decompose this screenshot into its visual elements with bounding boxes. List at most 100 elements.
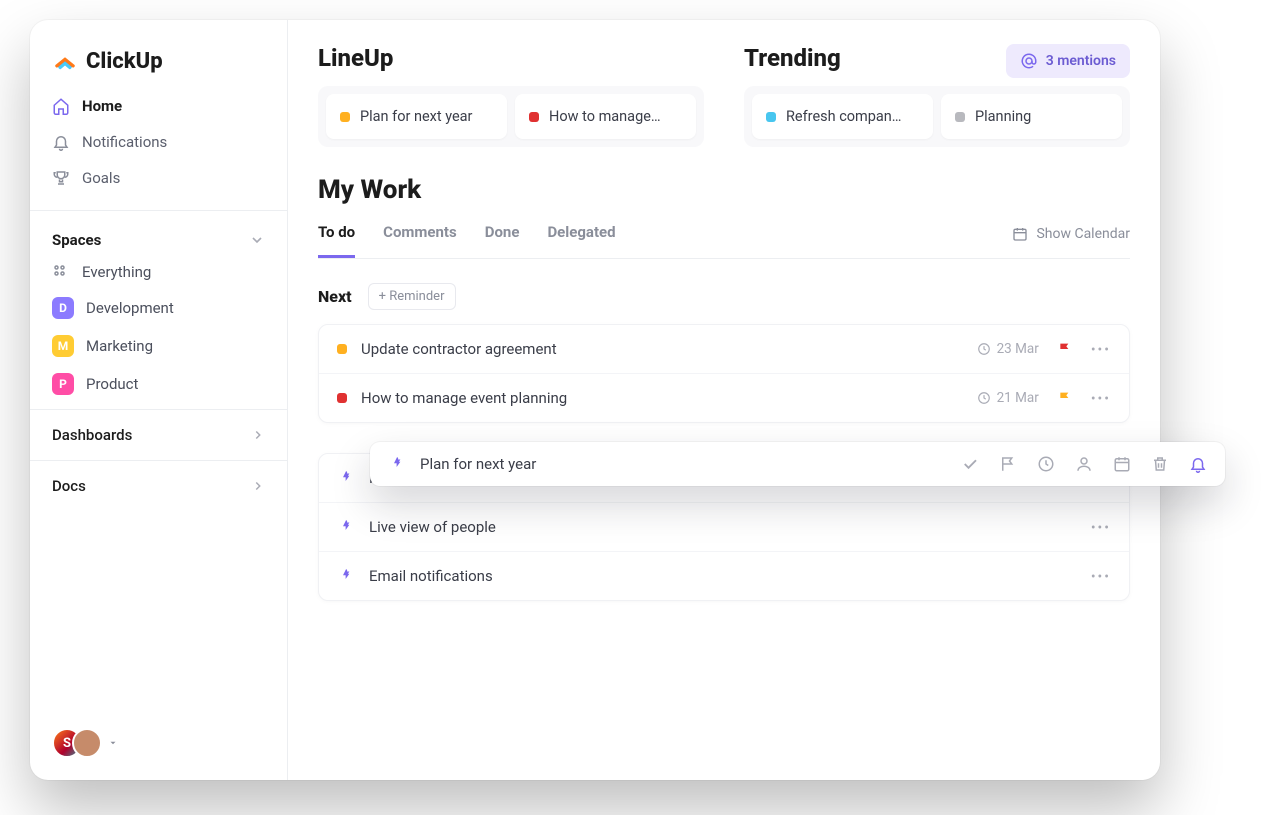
space-label: Marketing — [86, 337, 153, 355]
chevron-right-icon — [251, 479, 265, 493]
caret-down-icon[interactable] — [108, 738, 118, 748]
clock-icon — [977, 342, 991, 356]
flag-icon[interactable] — [999, 455, 1017, 473]
next-label: Next — [318, 287, 352, 306]
task-row[interactable]: Email notifications — [319, 551, 1129, 600]
show-calendar-label: Show Calendar — [1036, 226, 1130, 242]
task-popover[interactable]: Plan for next year — [370, 442, 1225, 486]
mentions-text: 3 mentions — [1046, 53, 1116, 69]
assignee-icon[interactable] — [1075, 455, 1093, 473]
task-date[interactable]: 21 Mar — [977, 390, 1039, 406]
tab-delegated[interactable]: Delegated — [547, 223, 615, 258]
space-product[interactable]: P Product — [38, 365, 279, 403]
card-label: Planning — [975, 108, 1031, 125]
status-dot — [337, 393, 347, 403]
reminder-icon — [337, 469, 355, 487]
spaces-section: Spaces Everything D Development M Market… — [30, 210, 287, 409]
space-badge: D — [52, 297, 74, 319]
status-dot — [529, 112, 539, 122]
at-icon — [1020, 52, 1038, 70]
nav-dashboards[interactable]: Dashboards — [30, 409, 287, 460]
task-group: Update contractor agreement 23 Mar How t… — [318, 324, 1130, 423]
task-more-button[interactable] — [1091, 575, 1111, 577]
show-calendar-button[interactable]: Show Calendar — [1012, 226, 1130, 256]
clickup-logo-icon — [52, 48, 78, 74]
add-reminder-button[interactable]: + Reminder — [368, 283, 456, 310]
mywork-heading: My Work — [318, 175, 1130, 205]
mentions-badge[interactable]: 3 mentions — [1006, 44, 1130, 78]
task-more-button[interactable] — [1091, 526, 1111, 528]
home-icon — [52, 97, 70, 115]
reminder-icon — [337, 567, 355, 585]
task-row[interactable]: Update contractor agreement 23 Mar — [319, 325, 1129, 373]
task-more-button[interactable] — [1091, 348, 1111, 350]
nav-goals[interactable]: Goals — [38, 160, 279, 196]
space-badge: P — [52, 373, 74, 395]
space-label: Product — [86, 375, 138, 393]
task-title: Email notifications — [369, 567, 493, 585]
lineup-heading: LineUp — [318, 44, 704, 72]
task-title: How to manage event planning — [361, 389, 567, 407]
tab-comments[interactable]: Comments — [383, 223, 457, 258]
grid-icon — [52, 263, 70, 281]
clock-icon — [977, 391, 991, 405]
lineup-card[interactable]: How to manage… — [515, 94, 696, 139]
status-dot — [955, 112, 965, 122]
lineup-col: LineUp Plan for next year How to manage… — [318, 44, 704, 147]
space-marketing[interactable]: M Marketing — [38, 327, 279, 365]
nav-home[interactable]: Home — [38, 88, 279, 124]
space-label: Everything — [82, 263, 151, 281]
space-development[interactable]: D Development — [38, 289, 279, 327]
user-avatars[interactable]: S — [52, 728, 118, 758]
calendar-icon — [1012, 226, 1028, 242]
trophy-icon — [52, 169, 70, 187]
tab-done[interactable]: Done — [485, 223, 520, 258]
mywork-tabs: To do Comments Done Delegated — [318, 223, 616, 258]
task-more-button[interactable] — [1091, 397, 1111, 399]
nav-docs[interactable]: Docs — [30, 460, 287, 511]
flag-icon[interactable] — [1057, 341, 1073, 357]
nav-label: Dashboards — [52, 426, 132, 444]
task-meta: 23 Mar — [977, 341, 1111, 357]
next-row: Next + Reminder — [318, 283, 1130, 310]
brand-logo[interactable]: ClickUp — [30, 20, 287, 88]
bell-icon — [52, 133, 70, 151]
nav-notifications[interactable]: Notifications — [38, 124, 279, 160]
main-content: 3 mentions LineUp Plan for next year How… — [288, 20, 1160, 780]
trending-cards: Refresh compan… Planning — [744, 86, 1130, 147]
space-label: Development — [86, 299, 174, 317]
app-window: ClickUp Home Notifications Goals Spaces — [30, 20, 1160, 780]
status-dot — [340, 112, 350, 122]
trash-icon[interactable] — [1151, 455, 1169, 473]
status-dot — [766, 112, 776, 122]
avatar[interactable] — [72, 728, 102, 758]
task-row[interactable]: Live view of people — [319, 502, 1129, 551]
calendar-icon[interactable] — [1113, 455, 1131, 473]
sidebar: ClickUp Home Notifications Goals Spaces — [30, 20, 288, 780]
primary-nav: Home Notifications Goals — [30, 88, 287, 196]
card-label: Plan for next year — [360, 108, 472, 125]
popover-actions — [961, 455, 1207, 473]
reminder-icon — [388, 455, 406, 473]
lineup-card[interactable]: Plan for next year — [326, 94, 507, 139]
chevron-right-icon — [251, 428, 265, 442]
trending-card[interactable]: Planning — [941, 94, 1122, 139]
task-title: Live view of people — [369, 518, 496, 536]
task-row[interactable]: How to manage event planning 21 Mar — [319, 373, 1129, 422]
bell-icon[interactable] — [1189, 455, 1207, 473]
space-everything[interactable]: Everything — [38, 255, 279, 289]
clock-icon[interactable] — [1037, 455, 1055, 473]
trending-card[interactable]: Refresh compan… — [752, 94, 933, 139]
task-date[interactable]: 23 Mar — [977, 341, 1039, 357]
task-meta: 21 Mar — [977, 390, 1111, 406]
flag-icon[interactable] — [1057, 390, 1073, 406]
reminder-icon — [337, 518, 355, 536]
tab-todo[interactable]: To do — [318, 223, 355, 258]
nav-label: Home — [82, 97, 122, 115]
lineup-cards: Plan for next year How to manage… — [318, 86, 704, 147]
spaces-title: Spaces — [52, 231, 101, 249]
spaces-header[interactable]: Spaces — [38, 221, 279, 255]
popover-title: Plan for next year — [420, 455, 536, 473]
check-icon[interactable] — [961, 455, 979, 473]
card-label: How to manage… — [549, 108, 661, 125]
